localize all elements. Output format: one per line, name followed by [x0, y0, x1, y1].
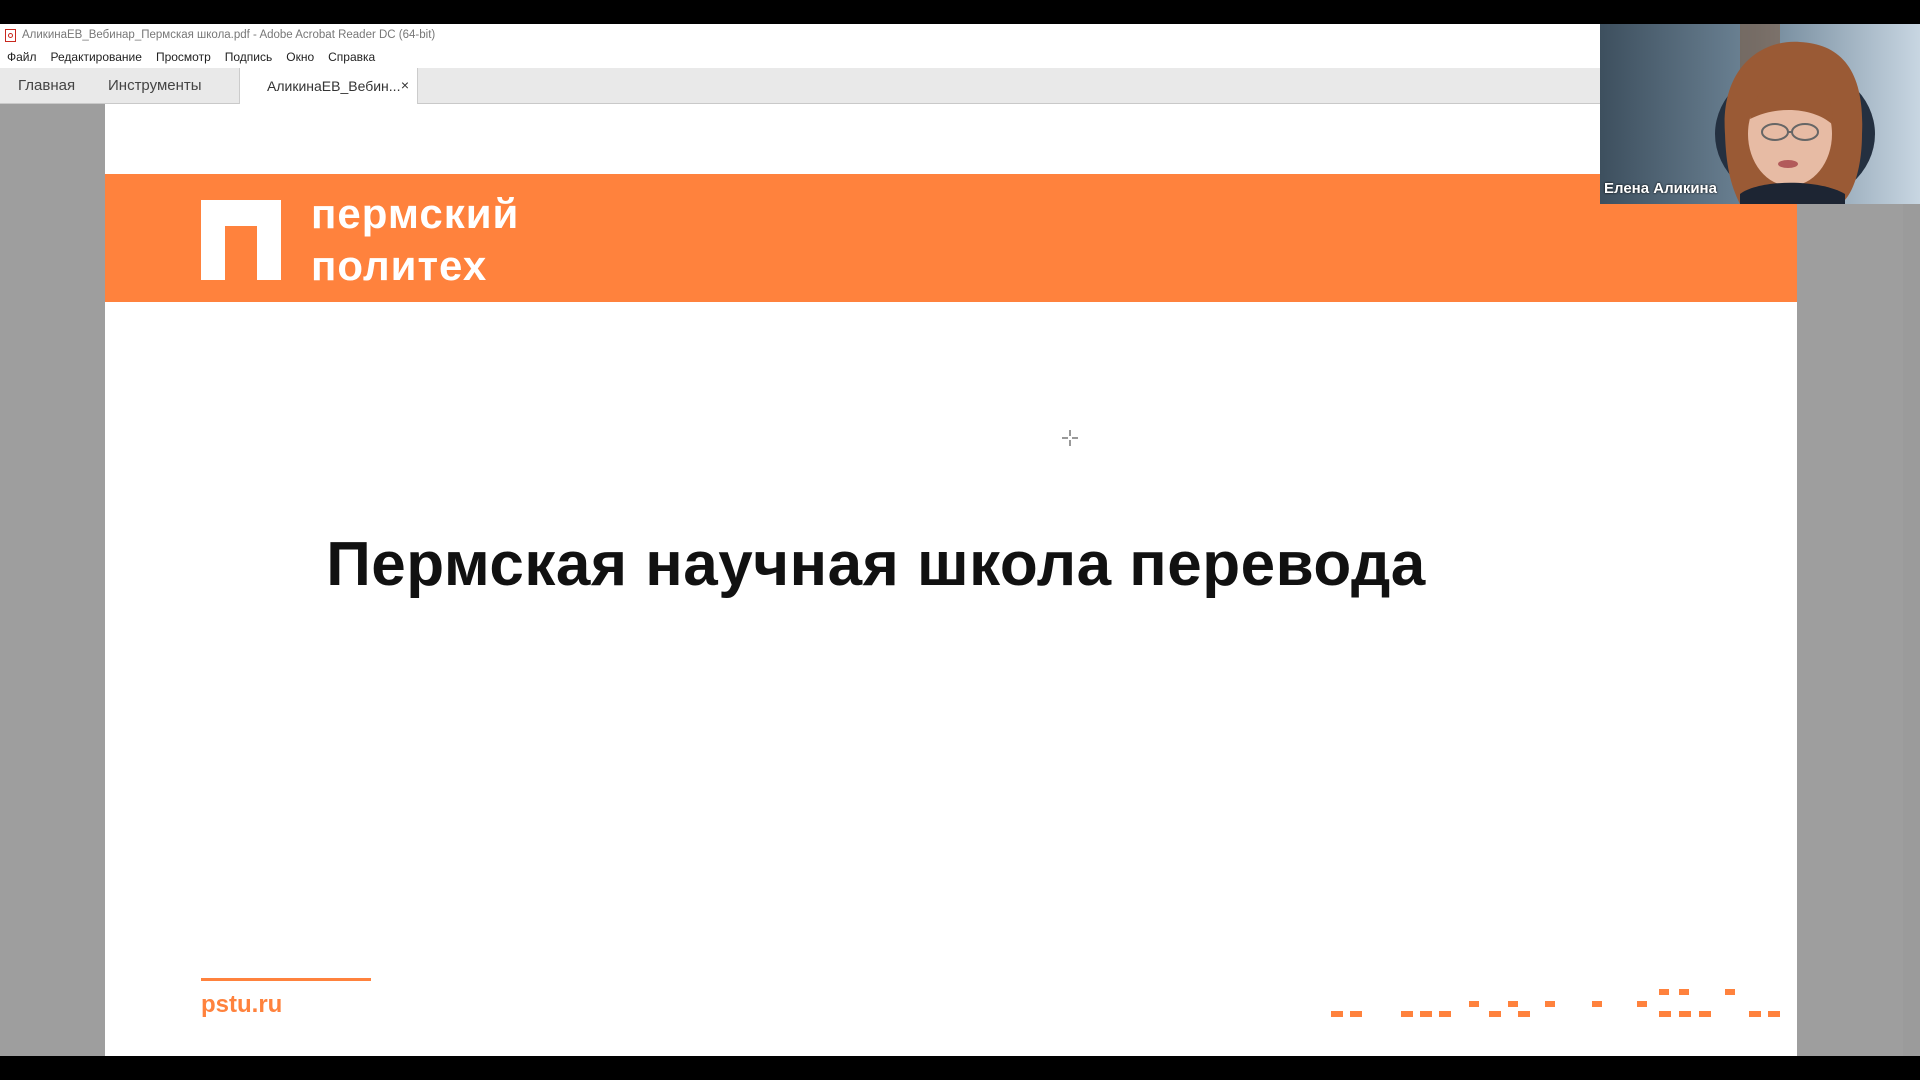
slide-title: Пермская научная школа перевода: [326, 530, 1426, 599]
pdf-file-icon: [5, 28, 16, 42]
menu-item-file[interactable]: Файл: [0, 50, 44, 64]
window-title: АликинаЕВ_Вебинар_Пермская школа.pdf - A…: [22, 29, 436, 41]
slide-header-banner: пермский политех: [105, 174, 1797, 302]
tab-tools[interactable]: Инструменты: [108, 68, 202, 103]
tab-home[interactable]: Главная: [18, 68, 75, 103]
polytech-logo-icon: [201, 200, 281, 280]
decorative-dash-pattern: [1331, 989, 1780, 1017]
tab-document[interactable]: АликинаЕВ_Вебин... ×: [239, 68, 418, 104]
menu-item-edit[interactable]: Редактирование: [44, 50, 149, 64]
crosshair-cursor-icon: [1062, 430, 1078, 446]
screen: АликинаЕВ_Вебинар_Пермская школа.pdf - A…: [0, 0, 1920, 1080]
participant-name: Елена Аликина: [1604, 180, 1717, 197]
logo-wordmark: пермский политех: [311, 188, 519, 292]
footer-divider: [201, 978, 371, 981]
document-viewer[interactable]: пермский политех Пермская научная школа …: [0, 104, 1920, 1056]
logo-line-2: политех: [311, 242, 488, 289]
participant-video-feed: [1600, 24, 1920, 204]
pdf-page: пермский политех Пермская научная школа …: [105, 104, 1797, 1056]
menu-item-help[interactable]: Справка: [321, 50, 382, 64]
participant-video-tile: Елена Аликина: [1600, 24, 1920, 204]
footer-url: pstu.ru: [201, 991, 283, 1018]
menu-item-view[interactable]: Просмотр: [149, 50, 218, 64]
vertical-scrollbar[interactable]: [1903, 104, 1920, 1056]
menu-item-window[interactable]: Окно: [279, 50, 321, 64]
tab-document-label: АликинаЕВ_Вебин...: [267, 78, 401, 94]
close-icon[interactable]: ×: [401, 77, 409, 93]
menu-item-sign[interactable]: Подпись: [218, 50, 280, 64]
logo-line-1: пермский: [311, 190, 520, 237]
